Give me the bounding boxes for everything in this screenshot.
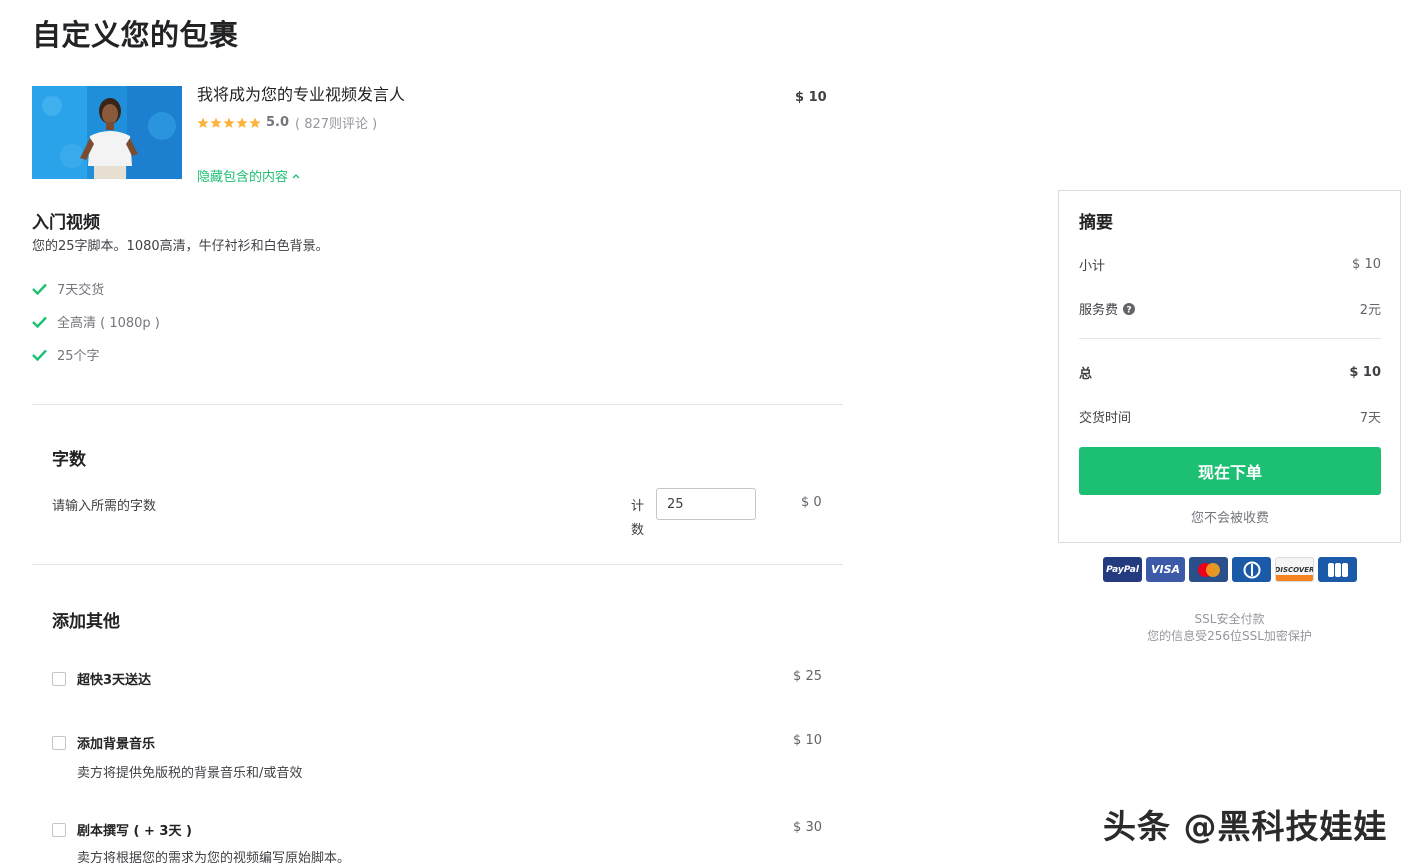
star-icon	[249, 117, 261, 128]
count-word-label: 计数	[631, 499, 645, 538]
order-now-button[interactable]: 现在下单	[1079, 447, 1381, 495]
star-icon	[197, 117, 209, 128]
extra-title: 超快3天送达	[77, 673, 152, 688]
subtotal-label: 小计	[1079, 259, 1106, 274]
ssl-title: SSL安全付款	[1194, 612, 1265, 626]
delivery-value: 7天	[1359, 411, 1381, 426]
extra-description: 卖方将根据您的需求为您的视频编写原始脚本。	[77, 851, 351, 863]
total-row: 总 $ 10	[1079, 363, 1381, 382]
feature-item: 全高清 ( 1080p )	[32, 312, 160, 331]
extra-item: 剧本撰写 ( + 3天 ) $ 30 卖方将根据您的需求为您的视频编写原始脚本。	[52, 820, 822, 863]
diners-icon	[1232, 557, 1271, 582]
star-icon	[223, 117, 235, 128]
summary-divider	[1079, 338, 1381, 339]
summary-title: 摘要	[1079, 213, 1113, 233]
jcb-icon	[1318, 557, 1357, 582]
extra-description: 卖方将提供免版税的背景音乐和/或音效	[77, 766, 303, 781]
word-count-input[interactable]	[656, 488, 756, 520]
check-icon	[32, 349, 47, 361]
page-title: 自定义您的包裹	[32, 18, 239, 52]
paypal-label: PayPal	[1106, 564, 1139, 575]
extra-checkbox[interactable]	[52, 671, 66, 686]
mastercard-icon	[1189, 557, 1228, 582]
help-icon[interactable]: ?	[1123, 302, 1136, 315]
gig-price: $ 10	[795, 90, 827, 105]
extra-checkbox[interactable]	[52, 735, 66, 750]
word-count-title: 字数	[52, 450, 86, 470]
extra-item: 超快3天送达 $ 25	[52, 669, 822, 688]
no-charge-note: 您不会被收费	[1190, 511, 1269, 526]
section-divider	[32, 564, 843, 565]
payment-methods: PayPal VISA DISCOVER	[1103, 557, 1357, 582]
star-icon	[236, 117, 248, 128]
hide-included-toggle[interactable]: 隐藏包含的内容	[197, 166, 300, 185]
feature-label: 全高清 ( 1080p )	[57, 316, 160, 331]
extra-title: 添加背景音乐	[77, 737, 156, 752]
chevron-up-icon	[292, 173, 300, 178]
feature-item: 25个字	[32, 345, 100, 364]
feature-label: 7天交货	[57, 283, 105, 298]
delivery-row: 交货时间 7天	[1079, 407, 1381, 426]
gig-rating: 5.0 ( 827则评论 )	[197, 113, 377, 132]
section-divider	[32, 404, 843, 405]
package-name: 入门视频	[32, 213, 100, 233]
gig-thumbnail-image	[32, 86, 182, 179]
summary-panel: 摘要 小计 $ 10 服务费 ? 2元 总 $ 10 交货时间 7天 现在下单 …	[1058, 190, 1401, 543]
visa-icon: VISA	[1146, 557, 1185, 582]
package-description: 您的25字脚本。1080高清，牛仔衬衫和白色背景。	[32, 239, 329, 254]
check-icon	[32, 283, 47, 295]
extra-checkbox[interactable]	[52, 822, 66, 837]
total-label: 总	[1079, 367, 1093, 382]
extra-price: $ 10	[793, 733, 822, 748]
ssl-description: 您的信息受256位SSL加密保护	[1147, 629, 1312, 643]
diners-logo	[1243, 561, 1260, 578]
discover-label: DISCOVER	[1275, 565, 1314, 574]
service-fee-row: 服务费 ? 2元	[1079, 299, 1381, 318]
extras-title: 添加其他	[52, 612, 120, 632]
hide-included-label: 隐藏包含的内容	[197, 170, 289, 185]
feature-label: 25个字	[57, 349, 100, 364]
word-count-price: $ 0	[801, 495, 822, 510]
total-value: $ 10	[1349, 365, 1381, 380]
watermark: 头条 @黑科技娃娃	[1103, 807, 1388, 846]
check-icon	[32, 316, 47, 328]
subtotal-row: 小计 $ 10	[1079, 255, 1381, 274]
gig-title[interactable]: 我将成为您的专业视频发言人	[197, 81, 405, 105]
extra-item: 添加背景音乐 $ 10 卖方将提供免版税的背景音乐和/或音效	[52, 733, 822, 781]
service-fee-value: 2元	[1359, 303, 1381, 318]
discover-icon: DISCOVER	[1275, 557, 1314, 582]
rating-stars	[197, 117, 261, 129]
gig-thumbnail[interactable]	[32, 86, 182, 179]
word-count-label: 请输入所需的字数	[52, 499, 157, 514]
extra-price: $ 30	[793, 820, 822, 835]
subtotal-value: $ 10	[1352, 257, 1381, 272]
extra-price: $ 25	[793, 669, 822, 684]
visa-label: VISA	[1150, 563, 1181, 576]
review-count[interactable]: ( 827则评论 )	[295, 113, 377, 132]
paypal-icon: PayPal	[1103, 557, 1142, 582]
mastercard-logo	[1197, 562, 1220, 577]
extra-title: 剧本撰写 ( + 3天 )	[77, 824, 192, 839]
star-icon	[210, 117, 222, 128]
svg-text:?: ?	[1126, 305, 1131, 315]
jcb-logo	[1327, 562, 1348, 577]
feature-item: 7天交货	[32, 279, 104, 298]
service-fee-label-wrap: 服务费 ?	[1079, 299, 1136, 318]
service-fee-label: 服务费	[1079, 303, 1119, 318]
rating-score: 5.0	[266, 115, 290, 130]
delivery-label: 交货时间	[1079, 411, 1132, 426]
